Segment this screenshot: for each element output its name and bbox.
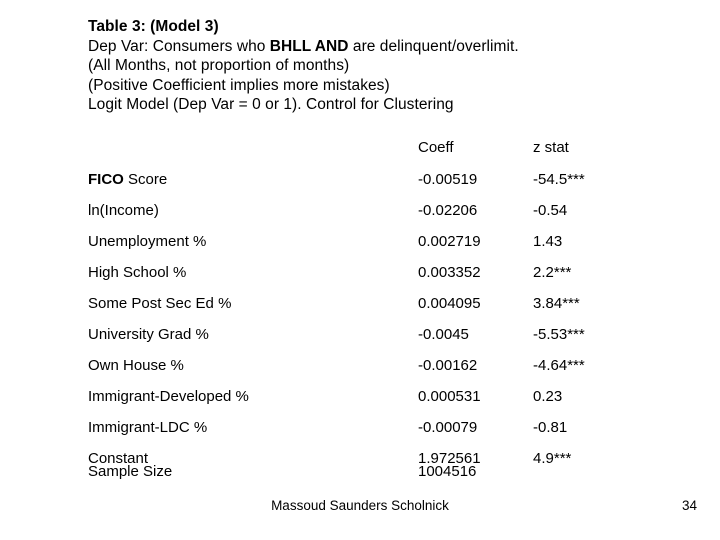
table-row: FICO Score -0.00519 -54.5*** xyxy=(88,170,688,201)
row-label: Unemployment % xyxy=(88,233,207,250)
sample-size-row: Sample Size 1004516 xyxy=(88,462,688,486)
row-label: Own House % xyxy=(88,357,184,374)
title-line-logit-model: Logit Model (Dep Var = 0 or 1). Control … xyxy=(88,96,454,114)
row-label: ln(Income) xyxy=(88,202,159,219)
table-row: High School % 0.003352 2.2*** xyxy=(88,263,688,294)
row-label: High School % xyxy=(88,264,187,281)
regression-results-table: Coeff z stat FICO Score -0.00519 -54.5**… xyxy=(88,138,688,480)
row-zstat-value: -4.64*** xyxy=(533,357,585,374)
row-zstat-value: 1.43 xyxy=(533,233,563,250)
row-coeff-value: 0.004095 xyxy=(418,295,481,312)
title-line-positive-coefficient: (Positive Coefficient implies more mista… xyxy=(88,76,390,94)
dep-var-suffix: are delinquent/overlimit. xyxy=(348,37,519,55)
row-label: FICO Score xyxy=(88,170,167,189)
title-line-dep-var: Dep Var: Consumers who BHLL AND are deli… xyxy=(88,37,688,57)
row-label: Immigrant-LDC % xyxy=(88,419,208,436)
table-row: Own House % -0.00162 -4.64*** xyxy=(88,356,688,387)
row-zstat-value: -54.5*** xyxy=(533,171,585,188)
title-line-all-months: (All Months, not proportion of months) xyxy=(88,57,350,75)
table-row: ln(Income) -0.02206 -0.54 xyxy=(88,201,688,232)
row-label: Some Post Sec Ed % xyxy=(88,295,232,312)
table-row: Immigrant-Developed % 0.000531 0.23 xyxy=(88,387,688,418)
row-coeff-value: -0.00519 xyxy=(418,171,478,188)
footer-authors: Massoud Saunders Scholnick xyxy=(271,498,449,513)
row-label: Immigrant-Developed % xyxy=(88,388,249,405)
row-coeff-value: 0.002719 xyxy=(418,233,481,250)
row-coeff-value: -0.00079 xyxy=(418,419,478,436)
row-zstat-value: -0.81 xyxy=(533,419,568,436)
column-header-zstat: z stat xyxy=(533,139,569,156)
table-row: Immigrant-LDC % -0.00079 -0.81 xyxy=(88,418,688,449)
table-row: Some Post Sec Ed % 0.004095 3.84*** xyxy=(88,294,688,325)
row-label-bold-part: FICO xyxy=(88,171,124,188)
row-zstat-value: 3.84*** xyxy=(533,295,580,312)
row-label: University Grad % xyxy=(88,326,209,343)
footer-page-number: 34 xyxy=(681,498,697,513)
dep-var-prefix: Dep Var: Consumers who xyxy=(88,37,270,55)
sample-size-value: 1004516 xyxy=(418,463,477,480)
row-coeff-value: 0.000531 xyxy=(418,388,481,405)
row-zstat-value: -5.53*** xyxy=(533,326,585,343)
row-coeff-value: -0.0045 xyxy=(418,326,469,343)
row-zstat-value: 0.23 xyxy=(533,388,563,405)
row-zstat-value: 2.2*** xyxy=(533,264,572,281)
title-line-table-number: Table 3: (Model 3) xyxy=(88,18,219,35)
row-label-rest: Score xyxy=(123,171,168,188)
dep-var-bhll-and: BHLL AND xyxy=(269,37,349,55)
slide-canvas: Table 3: (Model 3) Dep Var: Consumers wh… xyxy=(0,0,720,540)
sample-size-label: Sample Size xyxy=(88,463,173,480)
row-coeff-value: -0.02206 xyxy=(418,202,478,219)
slide-title-block: Table 3: (Model 3) Dep Var: Consumers wh… xyxy=(88,17,688,115)
column-header-coeff: Coeff xyxy=(418,139,454,156)
table-row: University Grad % -0.0045 -5.53*** xyxy=(88,325,688,356)
table-header-row: Coeff z stat xyxy=(88,138,688,170)
row-coeff-value: -0.00162 xyxy=(418,357,478,374)
row-zstat-value: -0.54 xyxy=(533,202,568,219)
row-coeff-value: 0.003352 xyxy=(418,264,481,281)
table-row: Unemployment % 0.002719 1.43 xyxy=(88,232,688,263)
